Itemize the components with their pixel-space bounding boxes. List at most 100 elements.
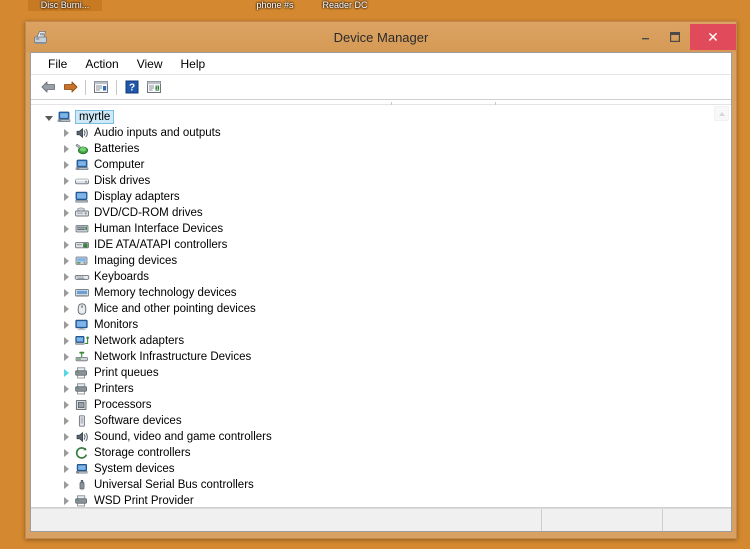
close-button[interactable]: ✕: [690, 24, 736, 50]
maximize-button[interactable]: [660, 24, 690, 50]
chevron-right-icon[interactable]: [61, 144, 72, 155]
svg-text:1: 1: [156, 86, 159, 92]
chevron-right-icon[interactable]: [61, 336, 72, 347]
tree-node-label: IDE ATA/ATAPI controllers: [94, 239, 228, 251]
tree-node[interactable]: Network adapters: [31, 333, 731, 349]
chevron-right-icon[interactable]: [61, 368, 72, 379]
minimize-button[interactable]: [630, 24, 660, 50]
tree-node[interactable]: Mice and other pointing devices: [31, 301, 731, 317]
scan-hardware-icon[interactable]: 1: [143, 77, 165, 97]
chevron-right-icon[interactable]: [61, 240, 72, 251]
toolbar-separator: [85, 79, 86, 95]
tree-node[interactable]: Human Interface Devices: [31, 221, 731, 237]
chevron-right-icon[interactable]: [61, 480, 72, 491]
tree-node[interactable]: Storage controllers: [31, 445, 731, 461]
tree-node[interactable]: Processors: [31, 397, 731, 413]
menu-bar: File Action View Help: [31, 53, 731, 75]
help-icon[interactable]: ?: [121, 77, 143, 97]
storage-controller-icon: [74, 446, 90, 460]
chevron-right-icon[interactable]: [61, 304, 72, 315]
chevron-right-icon[interactable]: [61, 288, 72, 299]
tree-node-label: Monitors: [94, 319, 139, 331]
tree-node[interactable]: System devices: [31, 461, 731, 477]
tree-node-label: Memory technology devices: [94, 287, 237, 299]
tree-node[interactable]: Display adapters: [31, 189, 731, 205]
forward-arrow-icon[interactable]: [59, 77, 81, 97]
desktop-icon-label[interactable]: Disc Burni...: [28, 0, 102, 11]
tree-node[interactable]: Monitors: [31, 317, 731, 333]
tree-node-label: System devices: [94, 463, 175, 475]
tree-node[interactable]: Keyboards: [31, 269, 731, 285]
tree-node[interactable]: Computer: [31, 157, 731, 173]
chevron-right-icon[interactable]: [61, 432, 72, 443]
tree-node-label: DVD/CD-ROM drives: [94, 207, 203, 219]
menu-item-help[interactable]: Help: [172, 55, 215, 73]
window-titlebar[interactable]: Device Manager ✕: [26, 22, 736, 52]
speaker-icon: [74, 430, 90, 444]
tree-node-label: Display adapters: [94, 191, 180, 203]
chevron-right-icon[interactable]: [61, 320, 72, 331]
tree-node-label: Human Interface Devices: [94, 223, 224, 235]
window-controls: ✕: [630, 22, 736, 52]
chevron-right-icon[interactable]: [61, 272, 72, 283]
chevron-right-icon[interactable]: [61, 192, 72, 203]
desktop-icon-label[interactable]: phone #s: [249, 0, 301, 11]
tree-node[interactable]: Printers: [31, 381, 731, 397]
tree-node[interactable]: Sound, video and game controllers: [31, 429, 731, 445]
column-divider: [495, 102, 496, 105]
system-device-icon: [74, 462, 90, 476]
tree-node-label: Universal Serial Bus controllers: [94, 479, 254, 491]
tree-node[interactable]: DVD/CD-ROM drives: [31, 205, 731, 221]
tree-node[interactable]: Print queues: [31, 365, 731, 381]
status-cell-b: [662, 509, 731, 531]
chevron-right-icon[interactable]: [61, 256, 72, 267]
tree-node[interactable]: Batteries: [31, 141, 731, 157]
memory-icon: [74, 286, 90, 300]
menu-item-action[interactable]: Action: [76, 55, 127, 73]
tree-node[interactable]: Memory technology devices: [31, 285, 731, 301]
chevron-right-icon[interactable]: [61, 224, 72, 235]
tree-root-node[interactable]: myrtle: [31, 109, 731, 125]
network-adapter-icon: [74, 334, 90, 348]
window-client-area: File Action View Help ? 1 myrtle Audio i…: [30, 52, 732, 532]
chevron-right-icon[interactable]: [61, 464, 72, 475]
tree-node-label: Storage controllers: [94, 447, 191, 459]
tree-node-label: Network Infrastructure Devices: [94, 351, 252, 363]
tree-node[interactable]: Universal Serial Bus controllers: [31, 477, 731, 493]
tree-node[interactable]: Audio inputs and outputs: [31, 125, 731, 141]
device-manager-icon: [32, 28, 50, 46]
printer-icon: [74, 382, 90, 396]
chevron-right-icon[interactable]: [61, 128, 72, 139]
monitor-icon: [74, 318, 90, 332]
desktop-icon-label[interactable]: Reader DC: [315, 0, 375, 11]
processor-icon: [74, 398, 90, 412]
back-arrow-icon[interactable]: [37, 77, 59, 97]
tree-node-label: Processors: [94, 399, 152, 411]
menu-item-file[interactable]: File: [39, 55, 76, 73]
tree-node-label: Software devices: [94, 415, 182, 427]
tree-node[interactable]: Software devices: [31, 413, 731, 429]
chevron-right-icon[interactable]: [61, 160, 72, 171]
chevron-right-icon[interactable]: [61, 416, 72, 427]
tree-node-label: Audio inputs and outputs: [94, 127, 221, 139]
column-divider: [391, 102, 392, 105]
chevron-down-icon[interactable]: [43, 112, 54, 123]
tree-node[interactable]: Imaging devices: [31, 253, 731, 269]
chevron-right-icon[interactable]: [61, 384, 72, 395]
chevron-right-icon[interactable]: [61, 352, 72, 363]
chevron-right-icon[interactable]: [61, 448, 72, 459]
printer-icon: [74, 494, 90, 507]
chevron-right-icon[interactable]: [61, 176, 72, 187]
chevron-right-icon[interactable]: [61, 400, 72, 411]
properties-icon[interactable]: [90, 77, 112, 97]
tree-node[interactable]: Disk drives: [31, 173, 731, 189]
chevron-right-icon[interactable]: [61, 496, 72, 507]
tree-node[interactable]: IDE ATA/ATAPI controllers: [31, 237, 731, 253]
menu-item-view[interactable]: View: [128, 55, 172, 73]
chevron-right-icon[interactable]: [61, 208, 72, 219]
tree-node[interactable]: Network Infrastructure Devices: [31, 349, 731, 365]
keyboard-icon: [74, 270, 90, 284]
tree-node[interactable]: WSD Print Provider: [31, 493, 731, 507]
tree-node-label: Mice and other pointing devices: [94, 303, 256, 315]
disk-drive-icon: [74, 174, 90, 188]
